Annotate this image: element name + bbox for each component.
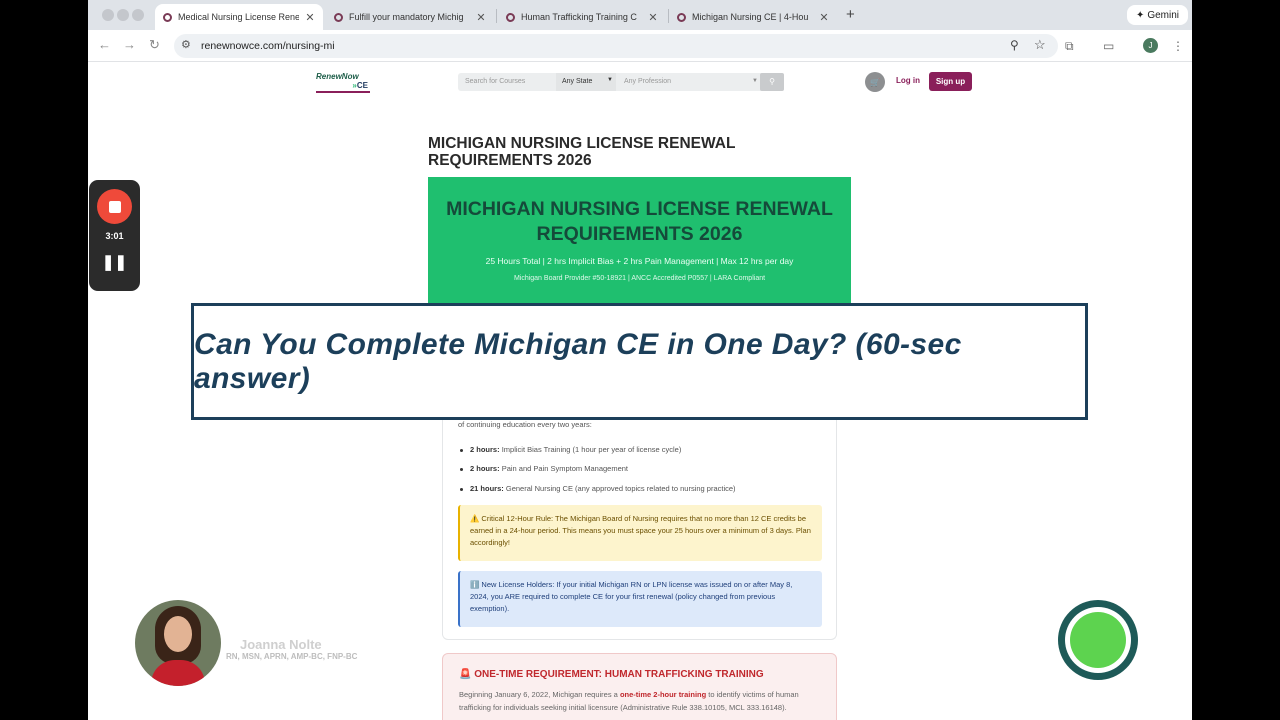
hours-label: 2 hours: bbox=[470, 445, 500, 454]
bookmark-star-icon[interactable]: ☆ bbox=[1034, 37, 1046, 53]
list-item: 2 hours: Pain and Pain Symptom Managemen… bbox=[460, 464, 628, 473]
requirement-text: Implicit Bias Training (1 hour per year … bbox=[501, 445, 682, 454]
bullet-icon bbox=[460, 487, 463, 491]
camera-bubble[interactable] bbox=[1058, 600, 1138, 680]
profession-select[interactable]: Any Profession bbox=[624, 78, 671, 85]
zoom-icon[interactable]: ⚲ bbox=[1010, 38, 1019, 52]
intro-text: of continuing education every two years: bbox=[458, 420, 592, 429]
recording-timer: 3:01 bbox=[105, 231, 124, 241]
logo-text: RenewNow bbox=[316, 72, 359, 81]
title-banner: Can You Complete Michigan CE in One Day?… bbox=[191, 303, 1088, 420]
gemini-label: Gemini bbox=[1147, 9, 1180, 21]
page-title: MICHIGAN NURSING LICENSE RENEWAL REQUIRE… bbox=[428, 135, 736, 169]
logo-ce: »CE bbox=[316, 81, 370, 90]
bullet-icon bbox=[460, 467, 463, 471]
hero-provider-info: Michigan Board Provider #50-18921 | ANCC… bbox=[513, 275, 766, 282]
site-info-icon[interactable]: ⚙ bbox=[181, 38, 191, 51]
back-icon[interactable]: ← bbox=[98, 37, 111, 52]
state-select-value: Any State bbox=[562, 78, 593, 85]
bubble-dot-icon bbox=[1070, 612, 1126, 668]
site-favicon-icon bbox=[506, 12, 515, 22]
info-callout: ℹ️ New License Holders: If your initial … bbox=[458, 571, 822, 627]
stop-icon bbox=[108, 200, 121, 213]
avatar-shirt bbox=[151, 660, 205, 686]
tab-title: Human Trafficking Training C bbox=[521, 12, 637, 22]
extensions-icon[interactable]: ⧉ bbox=[1065, 39, 1074, 54]
hero-subtitle: 25 Hours Total | 2 hrs Implicit Bias + 2… bbox=[485, 256, 794, 266]
hero-title: MICHIGAN NURSING LICENSE RENEWAL REQUIRE… bbox=[446, 198, 833, 245]
presenter-name: Joanna Nolte bbox=[240, 637, 322, 652]
hours-label: 21 hours: bbox=[470, 484, 504, 493]
trafficking-text: Beginning January 6, 2022, Michigan requ… bbox=[459, 688, 823, 714]
close-window-icon[interactable] bbox=[102, 9, 114, 21]
avatar-face bbox=[164, 616, 192, 652]
trafficking-card: 🚨 ONE-TIME REQUIREMENT: HUMAN TRAFFICKIN… bbox=[442, 653, 837, 720]
close-tab-icon[interactable]: ✕ bbox=[476, 11, 486, 24]
search-icon: ⚲ bbox=[769, 77, 775, 86]
tab-human-trafficking[interactable]: Human Trafficking Training C ✕ bbox=[498, 4, 666, 30]
presenter-credentials: RN, MSN, APRN, AMP-BC, FNP-BC bbox=[226, 652, 358, 661]
profile-avatar[interactable]: J bbox=[1143, 38, 1158, 53]
tab-medical-nursing[interactable]: Medical Nursing License Rene ✕ bbox=[155, 4, 323, 30]
tab-fulfill-mandatory[interactable]: Fulfill your mandatory Michig ✕ bbox=[326, 4, 494, 30]
bubble-ring bbox=[1065, 607, 1131, 673]
tab-bar: Medical Nursing License Rene ✕ Fulfill y… bbox=[88, 0, 1192, 30]
menu-icon[interactable]: ⋮ bbox=[1172, 39, 1184, 53]
cart-icon[interactable]: 🛒 bbox=[865, 72, 885, 92]
site-logo[interactable]: RenewNow »CE bbox=[316, 72, 370, 96]
tab-separator bbox=[496, 9, 497, 23]
recording-controls: 3:01 ❚❚ bbox=[89, 180, 140, 291]
search-input[interactable]: Search for Courses bbox=[465, 78, 525, 85]
course-search: Search for Courses Any State ▼ Any Profes… bbox=[458, 73, 784, 91]
hours-label: 2 hours: bbox=[470, 464, 500, 473]
caret-down-icon: ▼ bbox=[752, 78, 758, 84]
tab-title: Fulfill your mandatory Michig bbox=[349, 12, 464, 22]
site-favicon-icon bbox=[163, 12, 172, 22]
address-bar[interactable]: ⚙ renewnowce.com/nursing-mi ⚲ ☆ bbox=[174, 34, 1058, 58]
requirement-text: Pain and Pain Symptom Management bbox=[501, 464, 629, 473]
requirement-text: General Nursing CE (any approved topics … bbox=[505, 484, 736, 493]
minimize-window-icon[interactable] bbox=[117, 9, 129, 21]
state-select[interactable]: Any State ▼ bbox=[556, 73, 616, 91]
tab-title: Medical Nursing License Rene bbox=[178, 12, 299, 22]
new-tab-icon[interactable]: + bbox=[846, 6, 855, 23]
list-item: 2 hours: Implicit Bias Training (1 hour … bbox=[460, 445, 681, 454]
close-tab-icon[interactable]: ✕ bbox=[819, 11, 829, 24]
reload-icon[interactable]: ↻ bbox=[149, 37, 160, 53]
trafficking-title: 🚨 ONE-TIME REQUIREMENT: HUMAN TRAFFICKIN… bbox=[459, 669, 764, 680]
warning-callout: ⚠️ Critical 12-Hour Rule: The Michigan B… bbox=[458, 505, 822, 561]
tab-title: Michigan Nursing CE | 4-Hou bbox=[692, 12, 809, 22]
forward-icon[interactable]: → bbox=[123, 37, 136, 52]
toolbar: ← → ↻ ⚙ renewnowce.com/nursing-mi ⚲ ☆ ⧉ … bbox=[88, 30, 1192, 62]
hero-banner: MICHIGAN NURSING LICENSE RENEWAL REQUIRE… bbox=[428, 177, 851, 307]
tab-michigan-ce[interactable]: Michigan Nursing CE | 4-Hou ✕ bbox=[669, 4, 837, 30]
banner-text: Can You Complete Michigan CE in One Day?… bbox=[194, 327, 962, 395]
stop-recording-button[interactable] bbox=[97, 189, 132, 224]
search-button[interactable]: ⚲ bbox=[760, 73, 784, 91]
logo-ce-text: CE bbox=[356, 81, 368, 90]
maximize-window-icon[interactable] bbox=[132, 9, 144, 21]
list-item: 21 hours: General Nursing CE (any approv… bbox=[460, 484, 736, 493]
login-link[interactable]: Log in bbox=[896, 76, 920, 85]
url-text: renewnowce.com/nursing-mi bbox=[201, 40, 335, 52]
caret-down-icon: ▼ bbox=[607, 77, 613, 83]
bullet-icon bbox=[460, 448, 463, 452]
tab-search-icon[interactable]: ▭ bbox=[1103, 39, 1114, 53]
presenter-avatar bbox=[135, 600, 221, 686]
close-tab-icon[interactable]: ✕ bbox=[305, 11, 315, 24]
signup-button[interactable]: Sign up bbox=[929, 72, 972, 91]
site-favicon-icon bbox=[677, 12, 686, 22]
trafficking-text-start: Beginning January 6, 2022, Michigan requ… bbox=[459, 690, 620, 699]
close-tab-icon[interactable]: ✕ bbox=[648, 11, 658, 24]
sparkle-icon: ✦ bbox=[1135, 9, 1145, 21]
site-favicon-icon bbox=[334, 12, 343, 22]
pause-icon[interactable]: ❚❚ bbox=[89, 253, 140, 271]
gemini-button[interactable]: ✦ Gemini bbox=[1127, 5, 1188, 25]
trafficking-emphasis: one-time 2-hour training bbox=[619, 690, 707, 699]
logo-underline bbox=[316, 91, 370, 93]
